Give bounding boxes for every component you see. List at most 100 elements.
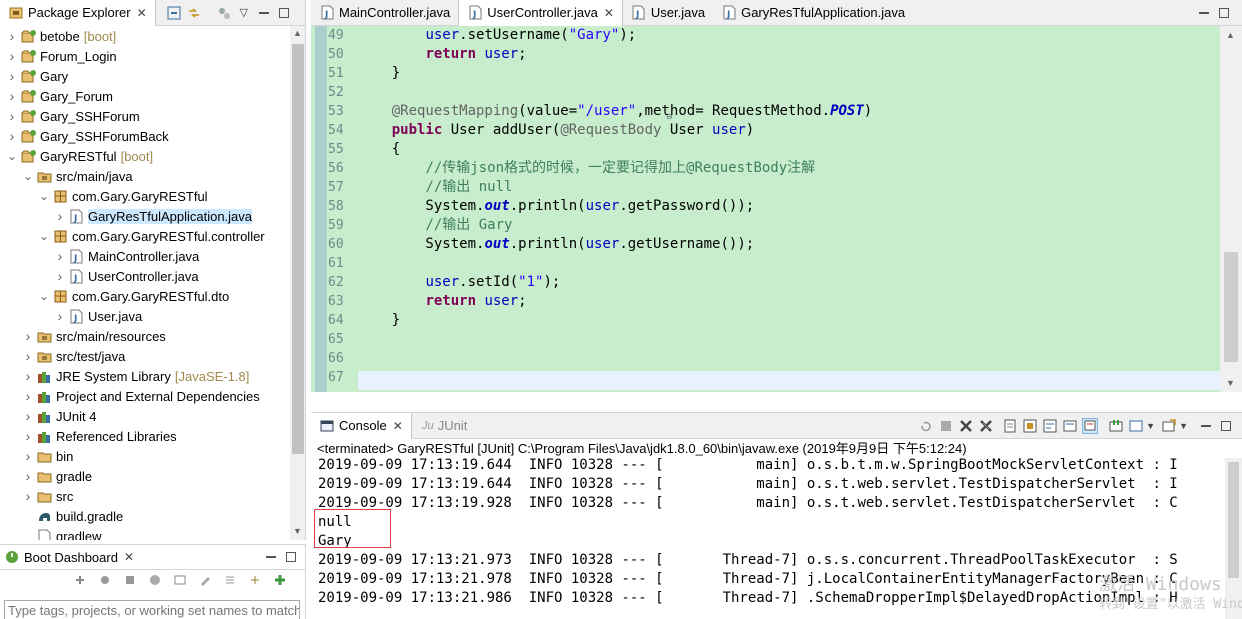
chevron-down-icon[interactable]: ⌄ — [6, 150, 18, 162]
editor-scrollbar[interactable]: ▲ ▼ — [1220, 26, 1242, 392]
tree-item[interactable]: gradlew — [0, 526, 290, 540]
tree-item[interactable]: › src/test/java — [0, 346, 290, 366]
chevron-right-icon[interactable]: › — [54, 268, 66, 284]
chevron-down-icon[interactable]: ⌄ — [22, 170, 34, 182]
chevron-down-icon[interactable]: ⌄ — [38, 230, 50, 242]
chevron-right-icon[interactable]: › — [22, 468, 34, 484]
tree-item[interactable]: › J MainController.java — [0, 246, 290, 266]
link-with-editor-icon[interactable] — [186, 5, 202, 21]
close-icon[interactable]: ✕ — [124, 550, 134, 564]
dropdown-icon[interactable]: ▼ — [1179, 421, 1188, 431]
maximize-icon[interactable] — [1216, 5, 1232, 21]
tree-item[interactable]: ⌄ com.Gary.GaryRESTful — [0, 186, 290, 206]
close-icon[interactable]: ✕ — [137, 6, 147, 20]
tree-item[interactable]: ⌄ GaryRESTful [boot] — [0, 146, 290, 166]
tree-item[interactable]: › src — [0, 486, 290, 506]
minimize-icon[interactable] — [263, 549, 279, 565]
tab-boot-dashboard[interactable]: Boot Dashboard ✕ — [0, 544, 142, 570]
chevron-right-icon[interactable]: › — [6, 128, 18, 144]
chevron-down-icon[interactable]: ⌄ — [38, 290, 50, 302]
editor-tab[interactable]: J GaryResTfulApplication.java — [713, 0, 913, 26]
chevron-right-icon[interactable]: › — [22, 348, 34, 364]
clear-console-icon[interactable] — [1002, 418, 1018, 434]
tree-item[interactable]: ⌄ com.Gary.GaryRESTful.controller — [0, 226, 290, 246]
console-output[interactable]: 2019-09-09 17:13:19.644 INFO 10328 --- [… — [311, 457, 1242, 619]
chevron-right-icon[interactable]: › — [6, 108, 18, 124]
chevron-right-icon[interactable]: › — [22, 388, 34, 404]
chevron-right-icon[interactable]: › — [6, 88, 18, 104]
scroll-thumb[interactable] — [292, 44, 304, 454]
tree-item[interactable]: › gradle — [0, 466, 290, 486]
start-icon[interactable] — [72, 572, 88, 588]
list-icon[interactable] — [222, 572, 238, 588]
code-area[interactable]: 49 50 51 52 53 54 55 56 57 58 59 60 61 62 63 64 65 66 67 u… — [311, 26, 1242, 392]
editor-tab[interactable]: J User.java — [623, 0, 713, 26]
explorer-scrollbar[interactable]: ▲ ▼ — [290, 26, 305, 540]
fold-collapse-icon[interactable]: ⊖ — [666, 112, 673, 121]
tree-item[interactable]: build.gradle — [0, 506, 290, 526]
remove-all-terminated-icon[interactable] — [978, 418, 994, 434]
tree-item[interactable]: ⌄ src/main/java — [0, 166, 290, 186]
view-menu-icon[interactable]: ▽ — [301, 572, 306, 588]
chevron-right-icon[interactable]: › — [6, 28, 18, 44]
boot-dashboard-filter-input[interactable] — [4, 600, 300, 619]
maximize-icon[interactable] — [283, 549, 299, 565]
show-on-error-icon[interactable] — [1082, 417, 1099, 434]
close-icon[interactable]: ✕ — [604, 6, 614, 20]
focus-icon[interactable] — [216, 5, 232, 21]
add-icon[interactable] — [272, 572, 288, 588]
open-console-icon[interactable] — [1161, 418, 1177, 434]
open-console-icon[interactable] — [172, 572, 188, 588]
scroll-thumb[interactable] — [1224, 252, 1238, 362]
tab-console[interactable]: Console ✕ — [311, 412, 412, 439]
tree-item[interactable]: › J GaryResTfulApplication.java — [0, 206, 290, 226]
maximize-icon[interactable] — [276, 5, 292, 21]
restart-icon[interactable] — [147, 572, 163, 588]
tree-item[interactable]: › bin — [0, 446, 290, 466]
tree-item[interactable]: ⌄ com.Gary.GaryRESTful.dto — [0, 286, 290, 306]
tree-item[interactable]: › Gary_SSHForumBack — [0, 126, 290, 146]
word-wrap-icon[interactable] — [1042, 418, 1058, 434]
close-icon[interactable]: ✕ — [393, 419, 403, 433]
show-on-output-icon[interactable] — [1062, 418, 1078, 434]
tree-item[interactable]: › Forum_Login — [0, 46, 290, 66]
view-menu-icon[interactable]: ▽ — [236, 5, 252, 21]
expose-icon[interactable] — [247, 572, 263, 588]
stop-icon[interactable] — [122, 572, 138, 588]
scroll-down-icon[interactable]: ▼ — [293, 526, 302, 536]
terminate-icon[interactable] — [938, 418, 954, 434]
chevron-right-icon[interactable]: › — [22, 488, 34, 504]
edit-icon[interactable] — [197, 572, 213, 588]
chevron-right-icon[interactable]: › — [22, 408, 34, 424]
minimize-icon[interactable] — [1196, 5, 1212, 21]
chevron-right-icon[interactable]: › — [22, 368, 34, 384]
minimize-icon[interactable] — [256, 5, 272, 21]
chevron-down-icon[interactable]: ⌄ — [38, 190, 50, 202]
chevron-right-icon[interactable]: › — [6, 48, 18, 64]
scroll-lock-icon[interactable] — [1022, 418, 1038, 434]
scroll-thumb[interactable] — [1228, 462, 1239, 578]
scroll-up-icon[interactable]: ▲ — [1226, 30, 1235, 40]
tree-item[interactable]: › Gary_Forum — [0, 86, 290, 106]
chevron-right-icon[interactable]: › — [22, 328, 34, 344]
minimize-icon[interactable] — [1198, 418, 1214, 434]
maximize-icon[interactable] — [1218, 418, 1234, 434]
tree-item[interactable]: › JRE System Library [JavaSE-1.8] — [0, 366, 290, 386]
chevron-right-icon[interactable]: › — [54, 308, 66, 324]
display-console-icon[interactable] — [1128, 418, 1144, 434]
chevron-right-icon[interactable]: › — [6, 68, 18, 84]
tree-item[interactable]: › Project and External Dependencies — [0, 386, 290, 406]
tree-item[interactable]: › J User.java — [0, 306, 290, 326]
chevron-right-icon[interactable]: › — [22, 448, 34, 464]
editor-tab[interactable]: J UserController.java ✕ — [458, 0, 623, 26]
tree-item[interactable]: › Gary_SSHForum — [0, 106, 290, 126]
scroll-up-icon[interactable]: ▲ — [293, 28, 302, 38]
collapse-all-icon[interactable] — [166, 5, 182, 21]
chevron-right-icon[interactable]: › — [22, 428, 34, 444]
tree-item[interactable]: › JUnit 4 — [0, 406, 290, 426]
tree-item[interactable]: › src/main/resources — [0, 326, 290, 346]
tree-item[interactable]: › J UserController.java — [0, 266, 290, 286]
remove-launch-icon[interactable] — [958, 418, 974, 434]
tab-junit[interactable]: Ju JUnit — [412, 413, 476, 439]
tree-item[interactable]: › betobe [boot] — [0, 26, 290, 46]
